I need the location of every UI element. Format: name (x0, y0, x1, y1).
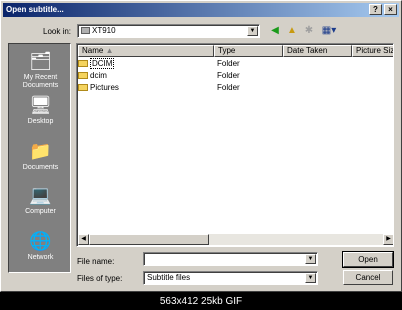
place-computer[interactable]: 💻 Computer (9, 184, 72, 216)
sort-ascending-icon: ▲ (105, 46, 114, 55)
cancel-button[interactable]: Cancel (343, 270, 393, 285)
place-label: Desktop (27, 118, 54, 125)
file-row[interactable]: dcim Folder (78, 70, 240, 82)
place-desktop[interactable]: 🖥 Desktop (9, 94, 72, 126)
scroll-right-icon[interactable]: ▶ (383, 234, 393, 245)
files-of-type-value: Subtitle files (147, 273, 191, 282)
look-in-combo[interactable]: XT910 ▼ (77, 24, 260, 38)
chevron-down-icon[interactable]: ▼ (305, 273, 316, 283)
recent-documents-icon: 🗂 (29, 51, 52, 71)
folder-icon (78, 60, 88, 68)
place-label: Documents (22, 164, 59, 171)
file-row[interactable]: Pictures Folder (78, 82, 240, 94)
window-title: Open subtitle... (6, 5, 64, 14)
scrollbar-thumb[interactable] (89, 234, 209, 245)
column-header-name[interactable]: Name ▲ (78, 45, 214, 57)
horizontal-scrollbar[interactable]: ◀ ▶ (78, 234, 393, 245)
image-caption: 563x412 25kb GIF (0, 293, 402, 310)
place-network[interactable]: 🌐 Network (9, 230, 72, 262)
computer-icon: 💻 (29, 185, 52, 205)
file-type: Folder (217, 59, 240, 68)
folder-icon (78, 72, 88, 80)
column-header-date-taken[interactable]: Date Taken (283, 45, 352, 57)
place-label: Network (27, 254, 54, 261)
file-name: Pictures (90, 83, 119, 92)
place-documents[interactable]: 📁 Documents (9, 140, 72, 172)
files-of-type-label: Files of type: (77, 274, 123, 283)
column-header-picture-size[interactable]: Picture Size (352, 45, 393, 57)
open-subtitle-dialog: Open subtitle... ? × Look in: XT910 ▼ ◀ … (0, 0, 402, 292)
files-of-type-select[interactable]: Subtitle files ▼ (143, 271, 318, 285)
network-icon: 🌐 (29, 231, 52, 251)
file-name: DCIM (90, 58, 115, 69)
file-type: Folder (217, 83, 240, 92)
chevron-down-icon[interactable]: ▼ (247, 26, 258, 36)
look-in-label: Look in: (43, 27, 72, 36)
help-button[interactable]: ? (369, 4, 382, 15)
file-name-input[interactable]: ▼ (143, 252, 318, 266)
open-button[interactable]: Open (342, 251, 394, 268)
look-in-value: XT910 (92, 26, 116, 35)
file-list[interactable]: Name ▲ Type Date Taken Picture Size DCIM… (76, 43, 394, 247)
file-name-label: File name: (77, 257, 115, 266)
place-my-recent-documents[interactable]: 🗂 My Recent Documents (9, 50, 72, 90)
folder-icon (78, 84, 88, 92)
title-bar[interactable]: Open subtitle... ? × (3, 3, 399, 17)
up-folder-icon[interactable]: ▲ (286, 25, 298, 37)
documents-icon: 📁 (29, 141, 52, 161)
chevron-down-icon[interactable]: ▼ (305, 254, 316, 264)
close-button[interactable]: × (384, 4, 397, 15)
file-row[interactable]: DCIM Folder (78, 58, 240, 70)
place-label: Computer (25, 208, 56, 215)
file-type: Folder (217, 71, 240, 80)
places-bar: 🗂 My Recent Documents 🖥 Desktop 📁 Docume… (8, 43, 71, 273)
place-label: My Recent Documents (22, 74, 59, 89)
desktop-icon: 🖥 (29, 95, 52, 115)
views-menu-icon[interactable]: ▦▾ (320, 25, 338, 37)
drive-icon (81, 27, 90, 35)
column-header-type[interactable]: Type (214, 45, 283, 57)
new-folder-icon[interactable]: ✱ (303, 25, 315, 37)
back-icon[interactable]: ◀ (269, 25, 281, 37)
file-name: dcim (90, 71, 107, 80)
scroll-left-icon[interactable]: ◀ (78, 234, 89, 245)
